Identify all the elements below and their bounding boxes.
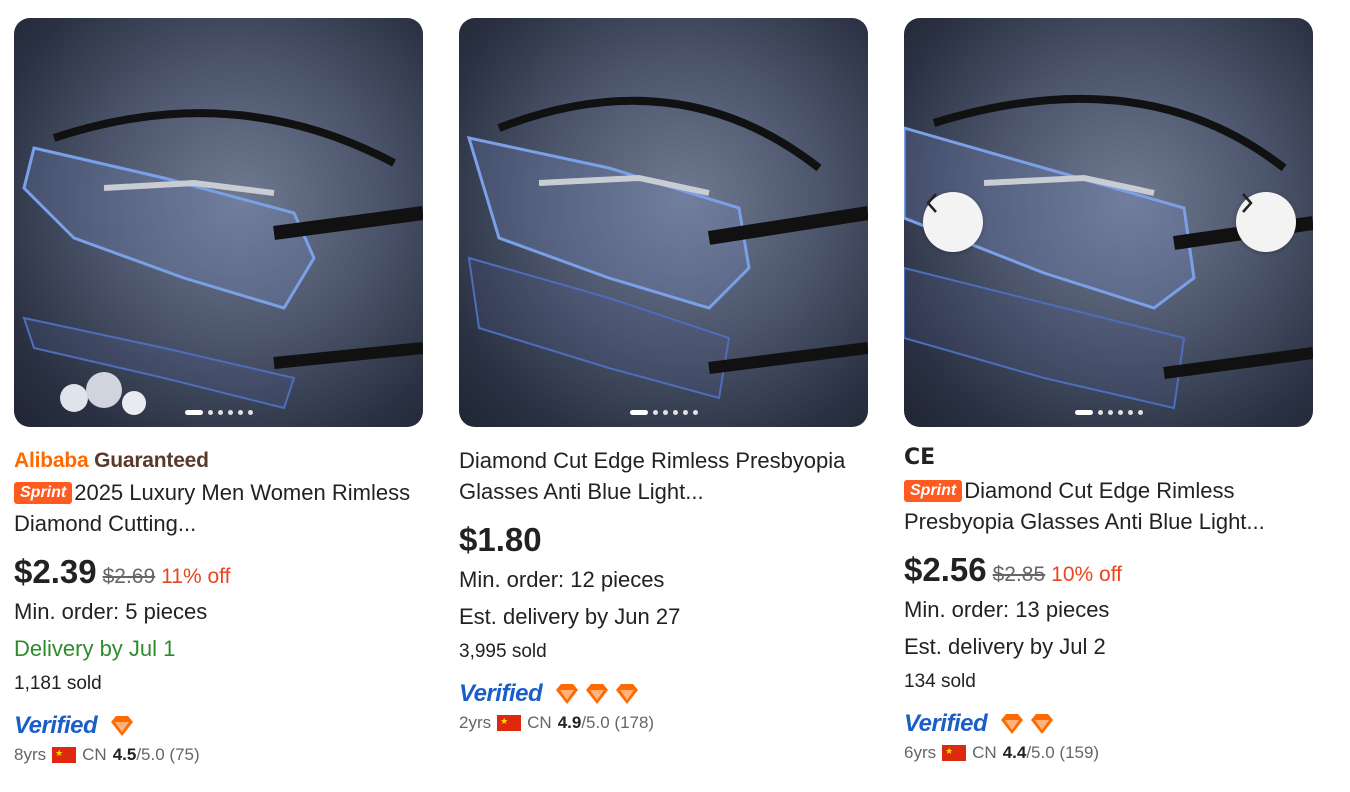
carousel-dot[interactable] — [184, 410, 203, 415]
price: $1.80 — [459, 521, 542, 558]
guaranteed-text: Guaranteed — [94, 449, 209, 472]
diamond-icon — [1031, 714, 1054, 734]
chevron-right-icon — [1242, 193, 1253, 213]
sold-count: 3,995 sold — [459, 641, 547, 662]
supplier-years: 2yrs — [459, 713, 492, 732]
product-card-1[interactable]: Alibaba Guaranteed Sprint 2025 Luxury Men… — [14, 18, 424, 765]
verified-row: Verified — [904, 709, 1314, 739]
carousel-dot[interactable] — [672, 410, 678, 415]
supplier-years: 6yrs — [904, 743, 937, 762]
supplier-level — [109, 715, 135, 737]
verified-row: Verified — [459, 679, 869, 709]
rating-detail: /5.0 (178) — [581, 713, 655, 732]
diamond-icon — [1001, 714, 1024, 734]
image-carousel-dots[interactable] — [629, 410, 698, 415]
min-order: Min. order: 5 pieces — [14, 599, 208, 624]
product-image[interactable] — [904, 18, 1313, 427]
rating-score: 4.5 — [112, 745, 137, 764]
supplier-meta: 8yrs CN 4.5/5.0 (75) — [14, 745, 424, 765]
supplier-level — [554, 683, 640, 705]
supplier-meta: 6yrs CN 4.4/5.0 (159) — [904, 743, 1314, 763]
product-title[interactable]: Sprint 2025 Luxury Men Women Rimless Diam… — [14, 477, 424, 539]
supplier-country: CN — [82, 745, 107, 764]
min-order: Min. order: 12 pieces — [459, 567, 665, 592]
rating-detail: /5.0 (159) — [1026, 743, 1100, 762]
carousel-dot[interactable] — [629, 410, 648, 415]
carousel-dot[interactable] — [662, 410, 668, 415]
discount: 10% off — [1051, 563, 1122, 586]
carousel-dot[interactable] — [652, 410, 658, 415]
product-title-text[interactable]: 2025 Luxury Men Women Rimless Diamond Cu… — [14, 480, 410, 536]
price-row: $2.56 $2.85 10% off — [904, 551, 1314, 591]
glasses-image — [22, 109, 423, 415]
delivery-date: Delivery by Jul 1 — [14, 636, 176, 661]
chevron-left-icon — [926, 193, 937, 213]
original-price: $2.85 — [992, 563, 1046, 586]
china-flag-icon — [497, 715, 522, 731]
diamond-icon — [586, 684, 609, 704]
supplier-country: CN — [972, 743, 997, 762]
image-carousel-dots[interactable] — [184, 410, 253, 415]
delivery-date: Est. delivery by Jul 2 — [904, 634, 1106, 659]
sprint-badge: Sprint — [14, 482, 73, 504]
glasses-image — [466, 96, 868, 400]
carousel-dot[interactable] — [682, 410, 688, 415]
supplier-level — [999, 713, 1055, 735]
original-price: $2.69 — [102, 565, 156, 588]
carousel-prev-button[interactable] — [923, 192, 983, 252]
supplier-country: CN — [527, 713, 552, 732]
verified-badge[interactable]: Verified — [904, 710, 988, 738]
product-image[interactable] — [14, 18, 423, 427]
verified-badge[interactable]: Verified — [459, 680, 543, 708]
price-row: $2.39 $2.69 11% off — [14, 553, 424, 593]
sold-count: 1,181 sold — [14, 673, 102, 694]
sprint-badge: Sprint — [904, 480, 963, 502]
rating-detail: /5.0 (75) — [136, 745, 200, 764]
carousel-dot[interactable] — [207, 410, 213, 415]
product-title-text[interactable]: Diamond Cut Edge Rimless Presbyopia Glas… — [459, 448, 845, 504]
rating-score: 4.4 — [1002, 743, 1027, 762]
rating-score: 4.9 — [557, 713, 582, 732]
product-card-2[interactable]: Diamond Cut Edge Rimless Presbyopia Glas… — [459, 18, 869, 733]
carousel-dot[interactable] — [227, 410, 233, 415]
supplier-meta: 2yrs CN 4.9/5.0 (178) — [459, 713, 869, 733]
alibaba-text: Alibaba — [14, 449, 89, 472]
diamond-icon — [111, 716, 134, 736]
price: $2.39 — [14, 553, 97, 590]
supplier-years: 8yrs — [14, 745, 47, 764]
carousel-next-button[interactable] — [1236, 192, 1296, 252]
china-flag-icon — [52, 747, 77, 763]
carousel-dot[interactable] — [1074, 410, 1093, 415]
carousel-dot[interactable] — [692, 410, 698, 415]
image-carousel-dots[interactable] — [1074, 410, 1143, 415]
carousel-dot[interactable] — [1107, 410, 1113, 415]
price-row: $1.80 — [459, 521, 869, 561]
china-flag-icon — [942, 745, 967, 761]
product-title[interactable]: Diamond Cut Edge Rimless Presbyopia Glas… — [459, 445, 869, 507]
carousel-dot[interactable] — [1137, 410, 1143, 415]
verified-row: Verified — [14, 711, 424, 741]
carousel-dot[interactable] — [247, 410, 253, 415]
verified-badge[interactable]: Verified — [14, 712, 98, 740]
product-title[interactable]: Sprint Diamond Cut Edge Rimless Presbyopi… — [904, 475, 1314, 537]
diamond-icon — [556, 684, 579, 704]
product-card-3[interactable]: CE Sprint Diamond Cut Edge Rimless Presby… — [904, 18, 1314, 763]
sold-count: 134 sold — [904, 671, 976, 692]
ce-certification-mark: CE — [904, 445, 936, 470]
carousel-dot[interactable] — [1127, 410, 1133, 415]
carousel-dot[interactable] — [237, 410, 243, 415]
alibaba-guaranteed-badge: Alibaba Guaranteed — [14, 449, 424, 473]
carousel-dot[interactable] — [1117, 410, 1123, 415]
min-order: Min. order: 13 pieces — [904, 597, 1110, 622]
diamond-icon — [616, 684, 639, 704]
delivery-date: Est. delivery by Jun 27 — [459, 604, 681, 629]
carousel-dot[interactable] — [217, 410, 223, 415]
discount: 11% off — [161, 565, 231, 588]
carousel-dot[interactable] — [1097, 410, 1103, 415]
product-image[interactable] — [459, 18, 868, 427]
price: $2.56 — [904, 551, 987, 588]
